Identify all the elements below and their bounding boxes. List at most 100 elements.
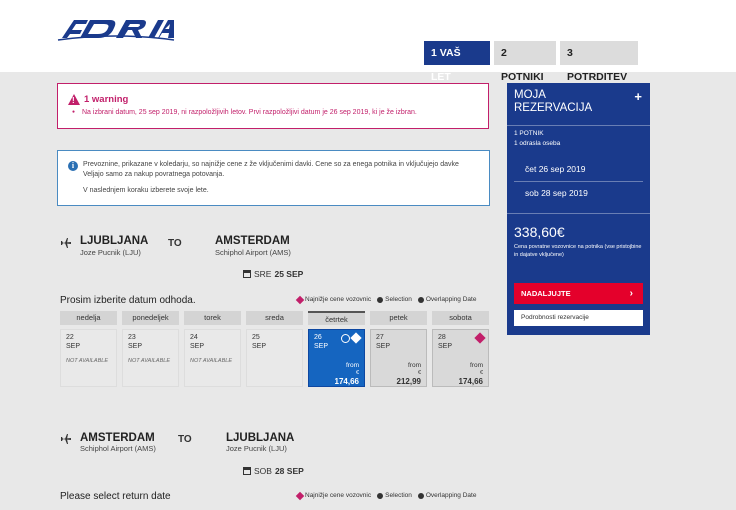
legend-overlap: Overlapping Date: [417, 492, 477, 499]
info-dot-icon: [417, 296, 424, 303]
passenger-count: 1 POTNIK: [514, 130, 544, 137]
legend-selection: Selection: [377, 492, 412, 499]
day-price: 174,66: [458, 377, 483, 386]
header: 1 VAŠ LET 2 POTNIKI 3 POTRDITEV: [0, 0, 736, 83]
inbound-to-label: TO: [178, 434, 192, 445]
info-text: Prevoznine, prikazane v koledarju, so na…: [83, 161, 459, 178]
legend-selection-text: Selection: [385, 492, 412, 499]
warning-icon: [68, 94, 80, 105]
legend-lowest: Najnižje cene vozovnic: [295, 295, 371, 304]
legend-lowest: Najnižje cene vozovnic: [295, 491, 372, 500]
info-dot-icon: [417, 492, 424, 499]
outbound-legend: Najnižje cene vozovnic Selection Overlap…: [295, 295, 477, 304]
from-label: from: [470, 362, 483, 369]
passenger-type: 1 odrasla oseba: [514, 140, 561, 147]
day-month: SEP: [190, 343, 205, 350]
outbound-to-city: AMSTERDAM: [215, 235, 290, 247]
day-column: sobota 28 SEP from € 174,66: [432, 311, 489, 387]
expand-plus-icon[interactable]: +: [634, 89, 642, 104]
warning-message: Na izbrani datum, 25 sep 2019, ni razpol…: [72, 109, 417, 116]
inbound-date-value: 28 SEP: [274, 466, 304, 476]
outbound-calendar: Prosim izberite datum odhoda. Najnižje c…: [57, 290, 490, 395]
day-name: sobota: [432, 311, 489, 325]
step-your-flight[interactable]: 1 VAŠ LET: [424, 41, 490, 83]
lowest-price-tag-icon: [350, 332, 362, 344]
inbound-date: SOB 28 SEP: [243, 466, 304, 476]
legend-lowest-text: Najnižje cene vozovnic: [305, 492, 372, 499]
day-cell: 23 SEP NOT AVAILABLE: [122, 329, 179, 387]
not-available-label: NOT AVAILABLE: [128, 358, 170, 364]
day-number: 22: [66, 334, 74, 341]
day-column: ponedeljek 23 SEP NOT AVAILABLE: [122, 311, 179, 387]
not-available-label: NOT AVAILABLE: [66, 358, 108, 364]
currency: €: [355, 370, 359, 376]
continue-button[interactable]: NADALJUJTE: [514, 283, 643, 304]
legend-overlap-text: Overlapping Date: [425, 296, 477, 303]
step-passengers[interactable]: 2 POTNIKI: [494, 41, 556, 83]
day-name: ponedeljek: [122, 311, 179, 325]
selection-check-icon: [341, 334, 350, 343]
reservation-details-link[interactable]: Podrobnosti rezervacije: [514, 310, 643, 326]
day-cell: 24 SEP NOT AVAILABLE: [184, 329, 241, 387]
outbound-date-value: 25 SEP: [274, 269, 304, 279]
day-number: 28: [438, 334, 446, 341]
warning-title-text: 1 warning: [84, 94, 129, 105]
adria-logo[interactable]: [56, 16, 176, 42]
day-price: 174,66: [334, 377, 359, 386]
info-text-next-step: V naslednjem koraku izberete svoje lete.: [83, 187, 209, 194]
day-name: petek: [370, 311, 427, 325]
lowest-price-tag-icon: [474, 332, 486, 344]
day-column: sreda 25 SEP: [246, 311, 303, 387]
check-icon: [377, 296, 384, 303]
day-name: torek: [184, 311, 241, 325]
day-column: petek 27 SEP from € 212,99: [370, 311, 427, 387]
tag-icon: [295, 491, 305, 500]
day-month: SEP: [66, 343, 81, 350]
day-month: SEP: [314, 343, 329, 350]
inbound-to-city: LJUBLJANA: [226, 432, 295, 444]
day-number: 23: [128, 334, 136, 341]
day-cell[interactable]: 27 SEP from € 212,99: [370, 329, 427, 387]
day-number: 25: [252, 334, 260, 341]
day-cell: 22 SEP NOT AVAILABLE: [60, 329, 117, 387]
calendar-icon: [243, 467, 251, 475]
my-reservation-panel: MOJA REZERVACIJA + 1 POTNIK 1 odrasla os…: [507, 83, 650, 335]
day-cell: 25 SEP: [246, 329, 303, 387]
outbound-to-label: TO: [168, 238, 182, 249]
legend-overlap-text: Overlapping Date: [425, 492, 477, 499]
outbound-summary-date: čet 26 sep 2019: [525, 164, 586, 174]
day-name: sreda: [246, 311, 303, 325]
step-confirmation[interactable]: 3 POTRDITEV: [560, 41, 638, 83]
reservation-title: MOJA REZERVACIJA: [514, 89, 593, 114]
outbound-date-day: SRE: [254, 269, 272, 279]
day-number: 26: [314, 334, 322, 341]
legend-selection-text: Selection: [385, 296, 412, 303]
currency: €: [479, 370, 483, 376]
day-month: SEP: [376, 343, 391, 350]
outbound-from-airport: Joze Pucnik (LJU): [80, 248, 141, 257]
day-price: 212,99: [396, 377, 421, 386]
day-cell-selected[interactable]: 26 SEP from € 174,66: [308, 329, 365, 387]
day-month: SEP: [128, 343, 143, 350]
day-name: četrtek: [308, 311, 365, 325]
day-month: SEP: [438, 343, 453, 350]
day-month: SEP: [252, 343, 267, 350]
day-cell[interactable]: 28 SEP from € 174,66: [432, 329, 489, 387]
airplane-icon: [61, 238, 71, 248]
divider: [507, 125, 650, 126]
info-icon: i: [68, 161, 78, 171]
booking-steps: 1 VAŠ LET 2 POTNIKI 3 POTRDITEV: [424, 41, 638, 83]
inbound-calendar: Please select return date Najnižje cene …: [57, 486, 490, 510]
day-number: 24: [190, 334, 198, 341]
cell-icons: [341, 332, 362, 344]
currency: €: [417, 370, 421, 376]
check-icon: [377, 492, 384, 499]
inbound-from-airport: Schiphol Airport (AMS): [80, 444, 156, 453]
legend-overlap: Overlapping Date: [417, 296, 477, 303]
day-column: nedelja 22 SEP NOT AVAILABLE: [60, 311, 117, 387]
inbound-select-title: Please select return date: [60, 491, 171, 502]
price-note: Cena povratne vozovnice na potnika (vse …: [514, 244, 642, 258]
from-label: from: [346, 362, 359, 369]
inbound-to-airport: Joze Pucnik (LJU): [226, 444, 287, 453]
inbound-from-city: AMSTERDAM: [80, 432, 155, 444]
